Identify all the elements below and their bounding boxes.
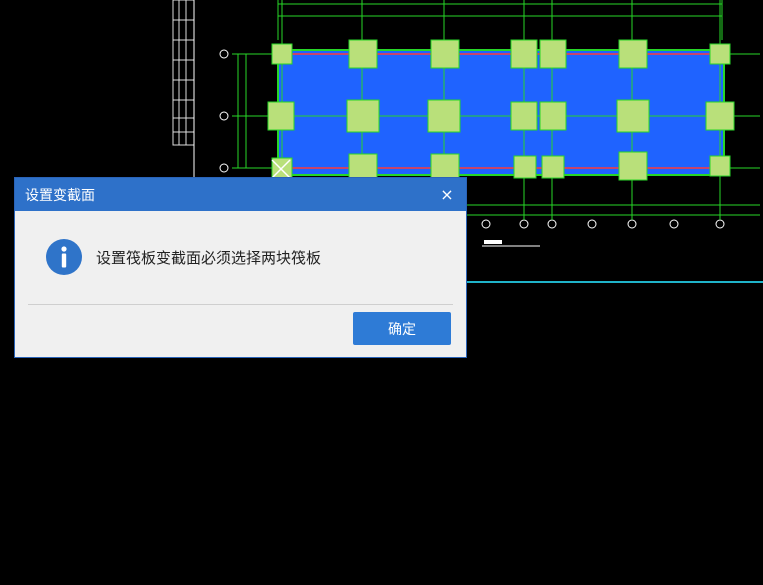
close-icon[interactable]: ×: [438, 185, 456, 204]
dialog-content: 设置筏板变截面必须选择两块筏板: [15, 211, 466, 304]
info-glyph: [61, 246, 67, 268]
dialog-message: 设置筏板变截面必须选择两块筏板: [96, 249, 322, 267]
ok-button[interactable]: 确定: [353, 312, 451, 345]
dialog-title: 设置变截面: [25, 187, 95, 204]
info-icon: [46, 239, 82, 275]
dialog-titlebar[interactable]: 设置变截面 ×: [15, 178, 466, 211]
dialog-divider: [28, 304, 453, 305]
raft-slab[interactable]: [277, 49, 725, 176]
info-dialog: 设置变截面 × 设置筏板变截面必须选择两块筏板 确定: [15, 178, 466, 357]
